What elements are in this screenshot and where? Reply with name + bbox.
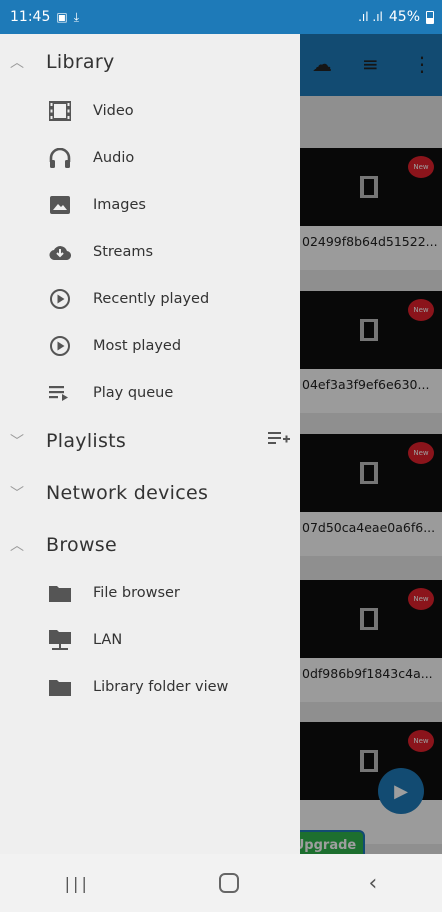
drawer-item-label: Recently played [93,290,210,307]
drawer-item-video[interactable]: Video [0,87,300,134]
drawer-item-recently-played[interactable]: Recently played [0,275,300,322]
headphones-icon [47,146,73,170]
add-playlist-icon[interactable] [268,430,290,452]
signal-icon: .ıl .ıl [358,10,383,24]
drawer-item-label: File browser [93,584,180,601]
drawer-item-label: Images [93,196,146,213]
recents-button[interactable]: ||| [65,874,90,893]
home-button[interactable] [219,873,240,893]
chevron-down-icon: ﹀ [10,434,24,450]
status-bar: 11:45 ▣ ⤓ .ıl .ıl 45% [0,0,442,34]
chevron-up-icon: ︿ [10,538,24,554]
section-label: Library [46,51,115,73]
chevron-up-icon: ︿ [10,55,24,71]
status-time: 11:45 [10,9,51,25]
section-network-devices[interactable]: ﹀ Network devices [0,468,300,518]
folder-icon [47,581,73,605]
section-library[interactable]: ︿ Library [0,37,300,87]
system-nav-bar: ||| ‹ [0,854,442,912]
queue-icon [47,381,73,405]
section-label: Network devices [46,482,209,504]
drawer-item-audio[interactable]: Audio [0,134,300,181]
drawer-item-most-played[interactable]: Most played [0,322,300,369]
section-label: Playlists [46,430,127,452]
video-icon [47,99,73,123]
cloud-download-icon [47,240,73,264]
drawer-item-label: Streams [93,243,154,260]
download-notification-icon: ⤓ [73,9,80,24]
drawer-item-label: Most played [93,337,182,354]
battery-percent: 45% [388,9,420,25]
drawer-item-lan[interactable]: LAN [0,616,300,663]
navigation-drawer: ︿ Library Video Audio Images Streams Rec… [0,34,300,854]
folder-icon [47,675,73,699]
drawer-item-play-queue[interactable]: Play queue [0,369,300,416]
drawer-item-streams[interactable]: Streams [0,228,300,275]
drawer-item-label: Audio [93,149,135,166]
gallery-notification-icon: ▣ [56,10,68,24]
drawer-item-label: Video [93,102,134,119]
battery-icon [426,10,434,24]
play-circle-icon [47,334,73,358]
back-button[interactable]: ‹ [368,871,377,896]
drawer-item-label: Play queue [93,384,174,401]
image-icon [47,193,73,217]
play-circle-icon [47,287,73,311]
chevron-down-icon: ﹀ [10,486,24,502]
drawer-item-library-folder-view[interactable]: Library folder view [0,663,300,710]
section-label: Browse [46,534,117,556]
section-playlists[interactable]: ﹀ Playlists [0,416,300,466]
drawer-item-file-browser[interactable]: File browser [0,569,300,616]
network-folder-icon [47,628,73,652]
drawer-item-label: LAN [93,631,123,648]
drawer-item-images[interactable]: Images [0,181,300,228]
drawer-item-label: Library folder view [93,678,229,695]
section-browse[interactable]: ︿ Browse [0,520,300,570]
